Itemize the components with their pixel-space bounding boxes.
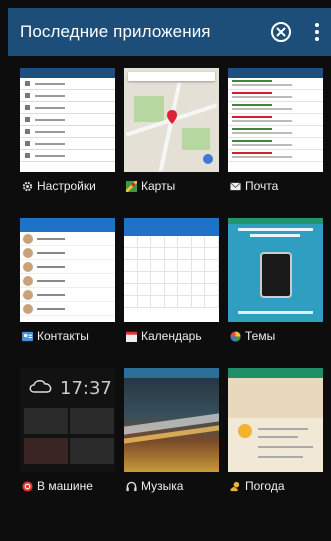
recent-app-card-maps[interactable]: Карты [124,68,219,200]
app-label: Контакты [37,329,89,343]
app-label-row: В машине [20,472,115,500]
weather-icon [230,481,240,491]
app-label-row: Карты [124,172,219,200]
calendar-icon [126,331,137,342]
recent-app-card-contacts[interactable]: Контакты [20,218,115,350]
app-label-row: Музыка [124,472,219,500]
app-label: Погода [245,479,285,493]
app-bar: Последние приложения [8,8,331,56]
app-thumbnail[interactable] [20,68,115,172]
app-thumbnail[interactable]: 17:37 [20,368,115,472]
headphones-icon [126,481,137,491]
overflow-menu-icon [315,23,319,41]
app-label: Карты [141,179,176,193]
app-label-row: Календарь [124,322,219,350]
app-thumbnail[interactable] [228,68,323,172]
app-label: Календарь [141,329,202,343]
app-label: Темы [245,329,276,343]
app-label-row: Настройки [20,172,115,200]
mail-icon [230,181,241,190]
car-clock-text: 17:37 [60,378,112,399]
app-thumbnail[interactable] [124,218,219,322]
recent-app-card-car[interactable]: 17:37 В машине [20,368,115,500]
app-label: В машине [37,479,93,493]
recent-app-card-music[interactable]: Музыка [124,368,219,500]
close-circle-icon [271,22,291,42]
app-label: Настройки [37,179,96,193]
recent-app-card-calendar[interactable]: Календарь [124,218,219,350]
recent-app-card-weather[interactable]: Погода [228,368,323,500]
car-icon [22,480,33,492]
app-thumbnail[interactable] [20,218,115,322]
themes-icon [230,330,241,342]
app-thumbnail[interactable] [124,368,219,472]
recent-app-card-settings[interactable]: Настройки [20,68,115,200]
app-label: Почта [245,179,279,193]
app-label-row: Почта [228,172,323,200]
contacts-icon [22,331,33,341]
app-thumbnail[interactable] [228,218,323,322]
app-label-row: Погода [228,472,323,500]
gear-icon [22,181,33,191]
maps-icon [126,180,137,192]
more-options-button[interactable] [303,8,331,56]
app-thumbnail[interactable] [124,68,219,172]
recent-app-card-mail[interactable]: Почта [228,68,323,200]
app-label-row: Темы [228,322,323,350]
app-label: Музыка [141,479,184,493]
app-thumbnail[interactable] [228,368,323,472]
recent-apps-grid: Настройки Карты Почта Контакты Календарь… [20,68,323,500]
close-all-button[interactable] [259,8,303,56]
app-label-row: Контакты [20,322,115,350]
page-title: Последние приложения [20,22,211,41]
recent-app-card-themes[interactable]: Темы [228,218,323,350]
